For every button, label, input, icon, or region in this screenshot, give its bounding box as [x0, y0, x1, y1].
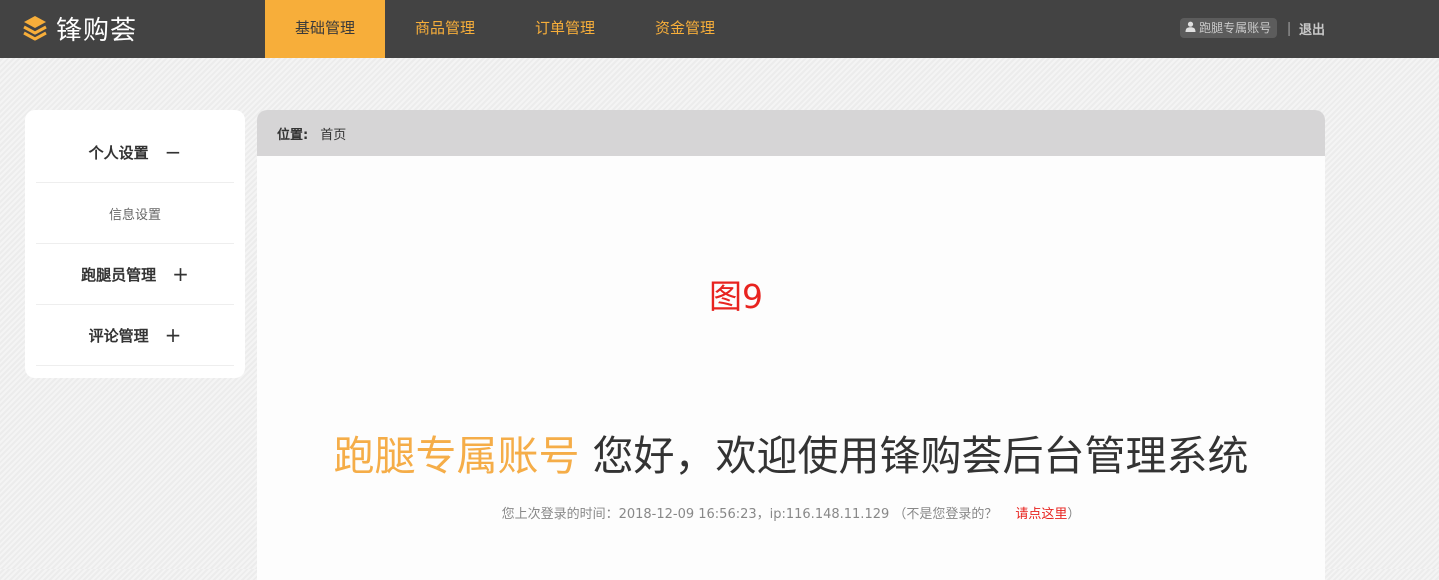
- breadcrumb: 位置: 首页: [257, 110, 1325, 156]
- welcome-message: 跑腿专属账号 您好，欢迎使用锋购荟后台管理系统: [257, 422, 1325, 482]
- sidebar-item-personal-settings[interactable]: 个人设置 −: [36, 122, 234, 183]
- nav-funds-management[interactable]: 资金管理: [625, 0, 745, 58]
- last-login-text: 您上次登录的时间：2018-12-09 16:56:23，ip:116.148.…: [501, 507, 998, 522]
- nav-order-management[interactable]: 订单管理: [505, 0, 625, 58]
- logout-link[interactable]: 退出: [1299, 19, 1325, 38]
- sidebar-item-comment-management[interactable]: 评论管理 +: [36, 305, 234, 366]
- sidebar-item-label: 跑腿员管理: [81, 265, 157, 284]
- breadcrumb-label: 位置:: [277, 127, 309, 143]
- sidebar: 个人设置 − 信息设置 跑腿员管理 + 评论管理 +: [25, 110, 245, 378]
- sidebar-item-info-settings[interactable]: 信息设置: [36, 183, 234, 244]
- layers-icon: [22, 14, 48, 42]
- nav-product-management[interactable]: 商品管理: [385, 0, 505, 58]
- figure-label: 图9: [709, 277, 763, 316]
- sidebar-item-label: 评论管理: [88, 326, 149, 345]
- user-icon: [1185, 21, 1199, 35]
- app-name: 锋购荟: [56, 15, 138, 46]
- sidebar-item-label: 信息设置: [108, 207, 161, 223]
- welcome-text: 您好，欢迎使用锋购荟后台管理系统: [579, 432, 1249, 480]
- report-link[interactable]: 请点这里: [1015, 507, 1067, 522]
- breadcrumb-current[interactable]: 首页: [320, 124, 346, 143]
- logo[interactable]: 锋购荟: [22, 10, 137, 46]
- main-content: 位置: 首页 图9 跑腿专属账号 您好，欢迎使用锋购荟后台管理系统 您上次登录的…: [257, 110, 1325, 580]
- nav-basic-management[interactable]: 基础管理: [265, 0, 386, 58]
- user-area: 跑腿专属账号 | 退出: [1180, 18, 1325, 38]
- main-nav: 基础管理 商品管理 订单管理 资金管理: [265, 0, 745, 58]
- sidebar-item-runner-management[interactable]: 跑腿员管理 +: [36, 244, 234, 305]
- expand-icon: +: [164, 323, 182, 347]
- top-navbar: 锋购荟 基础管理 商品管理 订单管理 资金管理 跑腿专属账号 | 退出: [0, 0, 1439, 58]
- divider: |: [1287, 19, 1291, 37]
- user-account-badge[interactable]: 跑腿专属账号: [1180, 18, 1278, 38]
- expand-icon: +: [172, 262, 189, 286]
- sidebar-item-label: 个人设置: [88, 143, 149, 162]
- last-login-close: ）: [1067, 507, 1081, 522]
- welcome-account-name: 跑腿专属账号: [333, 432, 580, 480]
- user-account-name: 跑腿专属账号: [1199, 21, 1272, 35]
- collapse-icon: −: [164, 140, 182, 164]
- last-login-info: 您上次登录的时间：2018-12-09 16:56:23，ip:116.148.…: [257, 503, 1325, 522]
